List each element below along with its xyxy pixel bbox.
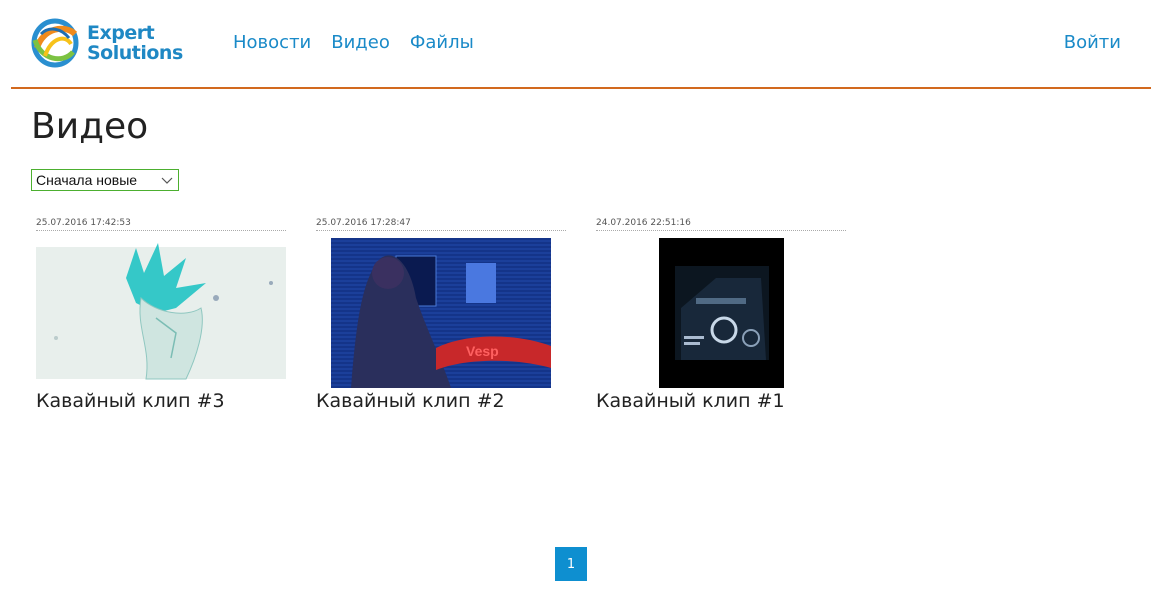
video-title[interactable]: Кавайный клип #3 xyxy=(36,390,286,412)
video-thumbnail[interactable]: Vesp xyxy=(316,238,566,388)
video-date: 24.07.2016 22:51:16 xyxy=(596,216,846,231)
nav-video[interactable]: Видео xyxy=(331,32,390,53)
video-thumbnail[interactable] xyxy=(36,238,286,388)
video-thumbnail[interactable] xyxy=(596,238,846,388)
site-logo[interactable]: Expert Solutions xyxy=(31,18,183,68)
nav-files[interactable]: Файлы xyxy=(410,32,474,53)
video-card[interactable]: 24.07.2016 22:51:16 Кавайный клип #1 xyxy=(596,216,846,412)
video-date: 25.07.2016 17:42:53 xyxy=(36,216,286,231)
pagination-page-button[interactable]: 1 xyxy=(555,547,587,581)
page-title: Видео xyxy=(31,106,149,147)
logo-text: Expert Solutions xyxy=(87,23,183,63)
site-header: Expert Solutions Новости Видео Файлы Вой… xyxy=(11,0,1151,89)
expert-solutions-logo-icon xyxy=(31,18,79,68)
svg-text:Vesp: Vesp xyxy=(466,343,499,359)
login-link[interactable]: Войти xyxy=(1064,32,1121,53)
main-nav: Новости Видео Файлы xyxy=(233,32,474,53)
video-title[interactable]: Кавайный клип #1 xyxy=(596,390,846,412)
video-thumbnail-image: Vesp xyxy=(331,238,551,388)
sort-select[interactable]: Сначала новые xyxy=(31,169,179,191)
video-date: 25.07.2016 17:28:47 xyxy=(316,216,566,231)
video-thumbnail-image xyxy=(36,243,286,380)
logo-line-2: Solutions xyxy=(87,42,183,64)
video-thumbnail-image xyxy=(659,238,784,388)
video-card[interactable]: 25.07.2016 17:42:53 Кавайный клип #3 xyxy=(36,216,286,412)
logo-line-1: Expert xyxy=(87,22,155,44)
video-title[interactable]: Кавайный клип #2 xyxy=(316,390,566,412)
sort-select-value: Сначала новые xyxy=(36,172,138,188)
chevron-down-icon xyxy=(161,177,173,184)
nav-news[interactable]: Новости xyxy=(233,32,311,53)
video-card[interactable]: 25.07.2016 17:28:47 Vesp Кавайный клип #… xyxy=(316,216,566,412)
